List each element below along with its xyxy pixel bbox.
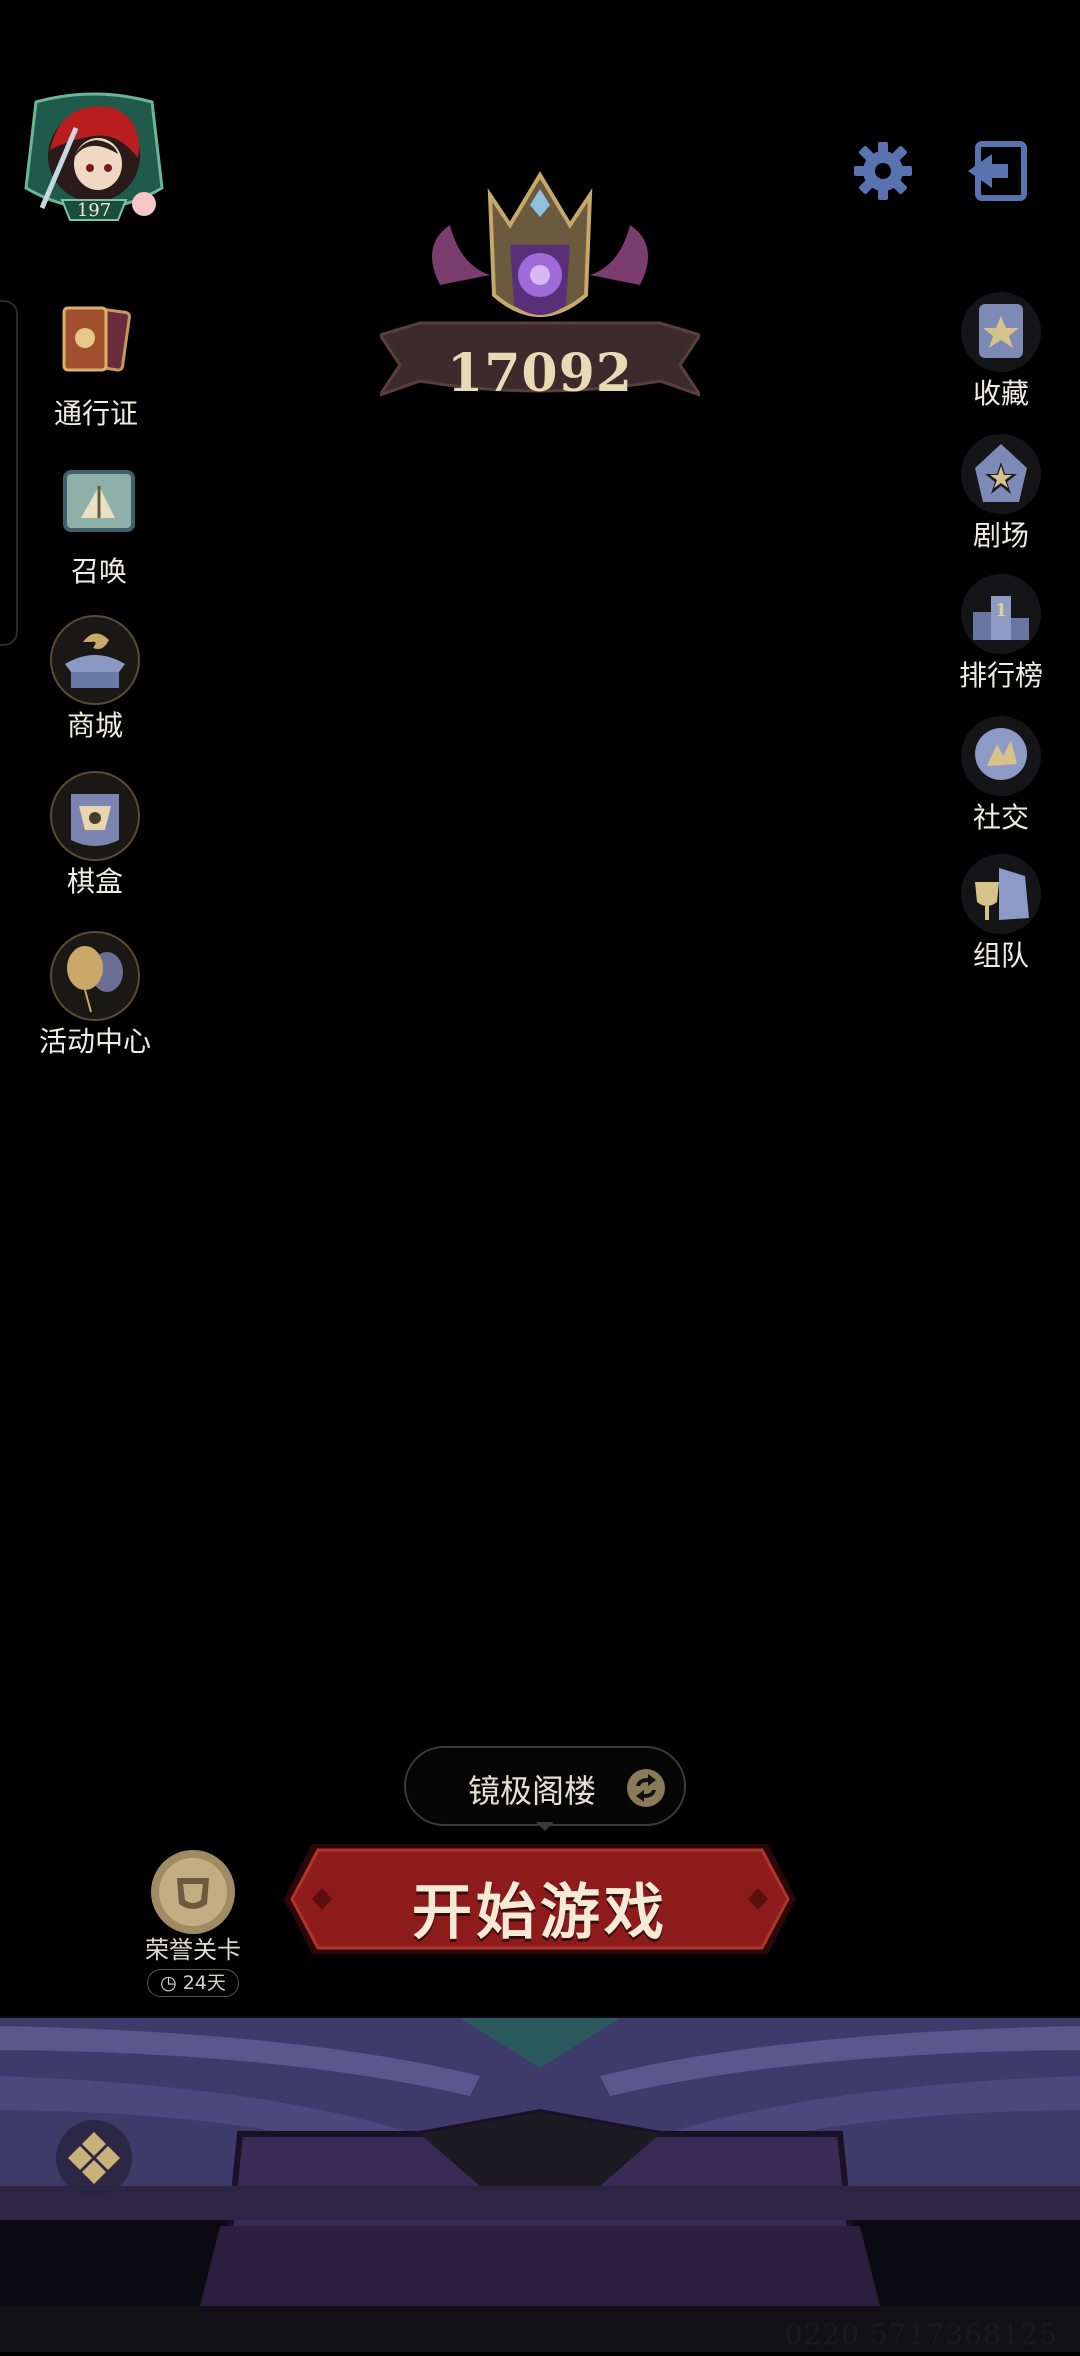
left-menu-events-label: 活动中心	[38, 1025, 151, 1058]
mode-label: 镜极阁楼	[468, 1772, 597, 1810]
clock-icon: ◷	[160, 1972, 177, 1994]
left-menu-summon-label: 召唤	[70, 555, 127, 588]
theater-icon	[959, 432, 1043, 516]
rank-emblem[interactable]: 17092	[380, 165, 700, 425]
book-panel	[0, 2016, 1080, 2352]
svg-text:1: 1	[995, 600, 1008, 621]
honor-stage-label: 荣誉关卡	[145, 1936, 241, 1964]
right-menu-team[interactable]: 组队	[936, 852, 1066, 974]
honor-timer-value: 24天	[182, 1972, 226, 1994]
right-menu-collection-label: 收藏	[972, 377, 1029, 410]
rank-points: 17092	[447, 343, 633, 404]
exit-icon	[968, 141, 1027, 201]
settings-button[interactable]	[852, 140, 914, 202]
right-menu-leaderboard[interactable]: 1 排行榜	[936, 572, 1066, 694]
team-icon	[959, 852, 1043, 936]
left-menu-chessbox-label: 棋盒	[66, 865, 123, 898]
start-game-label: 开始游戏	[412, 1878, 668, 1948]
right-menu-theater[interactable]: 剧场	[936, 432, 1066, 554]
social-icon	[959, 714, 1043, 798]
honor-timer-badge: ◷ 24天	[147, 1969, 239, 1997]
player-avatar[interactable]: 197	[22, 88, 166, 226]
pass-cards-icon	[48, 300, 144, 396]
right-menu-collection[interactable]: 收藏	[936, 290, 1066, 412]
left-menu-shop-label: 商城	[66, 709, 123, 742]
star-card-icon	[959, 290, 1043, 374]
mode-selector-pointer	[536, 1822, 554, 1831]
player-id: 0220 5717368125	[784, 2318, 1058, 2351]
map-button[interactable]	[54, 2118, 134, 2198]
balloon-icon	[47, 928, 143, 1024]
right-menu-theater-label: 剧场	[972, 519, 1029, 552]
side-drawer-handle[interactable]	[0, 300, 18, 646]
left-menu-pass-label: 通行证	[53, 397, 138, 430]
left-menu-pass[interactable]: 通行证	[21, 300, 171, 432]
left-menu-chessbox[interactable]: 棋盒	[20, 768, 170, 900]
switch-mode-icon[interactable]	[626, 1768, 666, 1808]
right-menu-leaderboard-label: 排行榜	[958, 659, 1043, 692]
mode-selector[interactable]: 镜极阁楼	[404, 1746, 686, 1826]
right-menu-social[interactable]: 社交	[936, 714, 1066, 836]
chess-box-icon	[47, 768, 143, 864]
leaderboard-icon: 1	[959, 572, 1043, 656]
exit-button[interactable]	[966, 140, 1030, 202]
summon-scroll-icon	[51, 458, 147, 554]
shop-icon	[47, 612, 143, 708]
diamond-grid-icon	[56, 2120, 132, 2196]
left-menu-events[interactable]: 活动中心	[20, 928, 170, 1060]
honor-stage[interactable]: 荣誉关卡 ◷ 24天	[138, 1848, 248, 1997]
gear-icon	[854, 142, 912, 200]
right-menu-social-label: 社交	[972, 801, 1029, 834]
honor-shield-icon	[151, 1850, 235, 1934]
left-menu-shop[interactable]: 商城	[20, 612, 170, 744]
start-game-button[interactable]: 开始游戏	[282, 1842, 798, 1956]
player-level: 197	[77, 200, 111, 221]
left-menu-summon[interactable]: 召唤	[24, 458, 174, 590]
right-menu-team-label: 组队	[972, 939, 1029, 972]
